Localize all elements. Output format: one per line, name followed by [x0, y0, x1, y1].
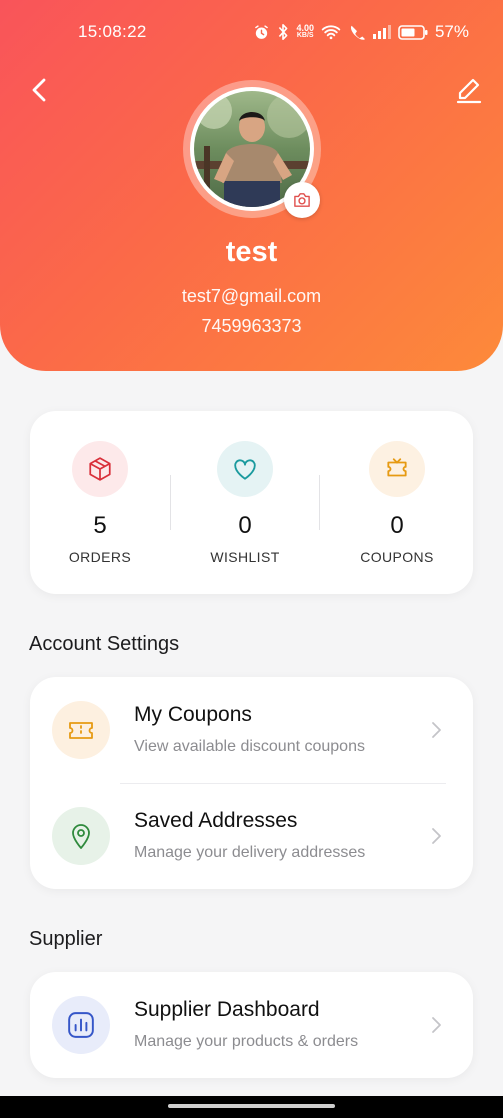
net-speed-unit: KB/S [296, 32, 314, 39]
section-title-supplier: Supplier [29, 928, 103, 950]
menu-item-my-coupons[interactable]: My Coupons View available discount coupo… [30, 677, 473, 783]
chevron-right-icon [432, 1017, 441, 1033]
chevron-right-icon [432, 828, 441, 844]
user-email: test7@gmail.com [181, 286, 322, 306]
edit-profile-button[interactable] [454, 74, 484, 106]
status-bar: 15:08:22 4.00 KB/S 57% [0, 0, 503, 64]
ticket-icon [369, 441, 425, 497]
wifi-call-icon [348, 24, 366, 40]
chevron-right-icon [432, 722, 441, 738]
stat-divider [170, 475, 171, 530]
menu-item-title: My Coupons [134, 703, 252, 726]
menu-item-subtitle: Manage your products & orders [134, 1033, 359, 1050]
user-phone: 7459963373 [201, 316, 302, 336]
heart-icon [217, 441, 273, 497]
user-name: test [225, 236, 278, 268]
supplier-card: Supplier Dashboard Manage your products … [30, 972, 473, 1078]
stat-orders-value: 5 [93, 512, 107, 539]
ticket-icon [52, 701, 110, 759]
chevron-left-icon [32, 78, 46, 102]
bluetooth-icon [277, 23, 289, 41]
back-button[interactable] [26, 74, 54, 106]
stat-orders[interactable]: 5 ORDERS [30, 411, 170, 594]
stat-wishlist-value: 0 [238, 512, 252, 539]
menu-item-title: Supplier Dashboard [134, 998, 320, 1021]
signal-icon [372, 25, 391, 39]
package-icon [72, 441, 128, 497]
network-speed: 4.00 KB/S [296, 24, 314, 40]
menu-item-saved-addresses[interactable]: Saved Addresses Manage your delivery add… [30, 783, 473, 889]
menu-item-title: Saved Addresses [134, 809, 298, 832]
pencil-icon [456, 78, 482, 104]
menu-item-subtitle: View available discount coupons [134, 738, 365, 755]
stat-wishlist[interactable]: 0 WISHLIST [175, 411, 315, 594]
home-gesture-handle[interactable] [168, 1104, 335, 1108]
battery-percent: 57% [434, 22, 469, 41]
change-photo-button[interactable] [284, 182, 320, 218]
menu-item-subtitle: Manage your delivery addresses [134, 844, 366, 861]
wifi-icon [321, 24, 341, 40]
status-time: 15:08:22 [78, 22, 147, 41]
stat-coupons[interactable]: 0 COUPONS [327, 411, 467, 594]
dashboard-icon [52, 996, 110, 1054]
location-pin-icon [52, 807, 110, 865]
status-icons: 4.00 KB/S 57% [253, 20, 469, 44]
net-speed-value: 4.00 [296, 23, 314, 33]
battery-icon [398, 24, 428, 40]
stat-wishlist-label: WISHLIST [210, 549, 280, 565]
stat-coupons-value: 0 [390, 512, 404, 539]
account-settings-card: My Coupons View available discount coupo… [30, 677, 473, 889]
menu-item-supplier-dashboard[interactable]: Supplier Dashboard Manage your products … [30, 972, 473, 1078]
section-title-account-settings: Account Settings [29, 633, 180, 655]
stat-coupons-label: COUPONS [360, 549, 434, 565]
stats-card: 5 ORDERS 0 WISHLIST 0 COUPONS [30, 411, 473, 594]
alarm-icon [253, 24, 270, 41]
system-nav-bar [0, 1096, 503, 1118]
stat-divider [319, 475, 320, 530]
stat-orders-label: ORDERS [68, 549, 132, 565]
camera-icon [294, 193, 310, 207]
